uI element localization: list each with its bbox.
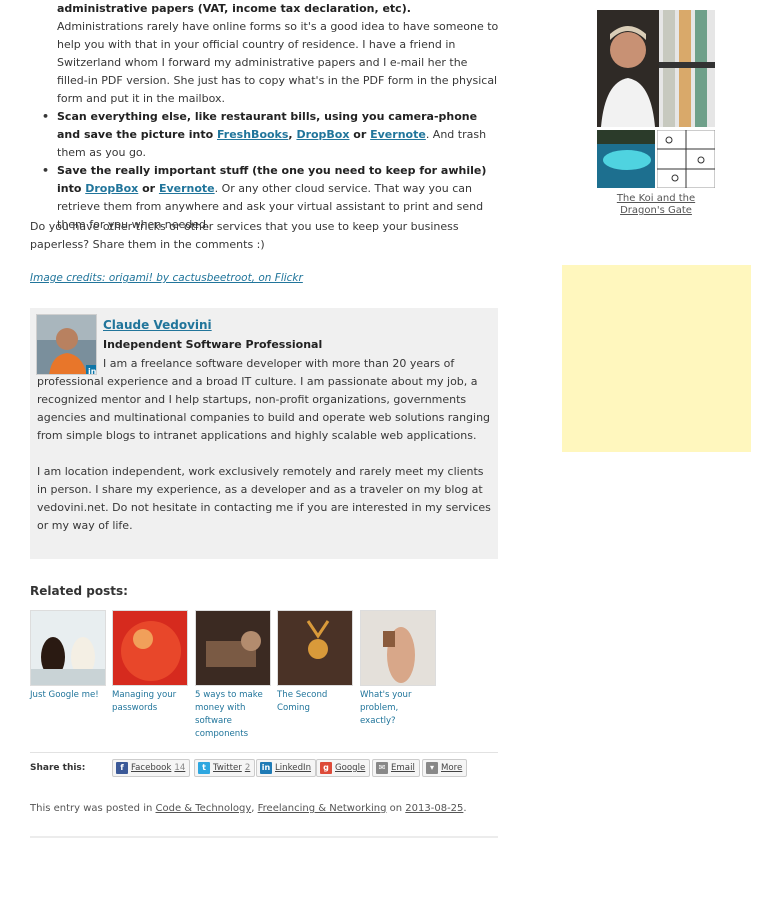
related-thumb[interactable] (30, 610, 106, 686)
more-icon: ▾ (426, 762, 438, 774)
entry-meta-text: on (386, 803, 406, 814)
related-caption[interactable]: 5 ways to make money with software compo… (195, 689, 271, 741)
divider (30, 752, 498, 753)
share-count: 2 (244, 763, 251, 773)
author-box: in Claude Vedovini Independent Software … (30, 308, 498, 559)
related-post[interactable]: The Second Coming (277, 610, 353, 715)
freshbooks-link[interactable]: FreshBooks (217, 128, 288, 141)
closing-question: Do you have other tricks or other servic… (30, 220, 459, 251)
tips-list: administrative papers (VAT, income tax d… (30, 0, 500, 234)
google-plus-icon: g (320, 762, 332, 774)
gallery-image[interactable] (597, 130, 655, 188)
share-linkedin-button[interactable]: in LinkedIn (256, 759, 317, 777)
entry-meta-text: . (463, 803, 467, 814)
post-date-link[interactable]: 2013-08-25 (405, 803, 463, 814)
divider (30, 836, 498, 838)
related-thumb[interactable] (112, 610, 188, 686)
separator: or (138, 182, 159, 195)
linkedin-icon: in (260, 762, 272, 774)
entry-meta-text: This entry was posted in (30, 803, 156, 814)
share-button-label: LinkedIn (275, 763, 312, 773)
related-thumb[interactable] (360, 610, 436, 686)
gallery-caption-link[interactable]: The Koi and the Dragon's Gate (597, 193, 715, 217)
category-link[interactable]: Freelancing & Networking (258, 803, 387, 814)
gallery-image[interactable] (659, 10, 715, 127)
share-button-label: More (441, 763, 463, 773)
share-email-button[interactable]: ✉ Email (372, 759, 420, 777)
dropbox-link[interactable]: DropBox (296, 128, 349, 141)
facebook-icon: f (116, 762, 128, 774)
share-label: Share this: (30, 763, 86, 773)
image-credits-link[interactable]: Image credits: origami! by cactusbeetroo… (30, 272, 303, 284)
share-facebook-button[interactable]: f Facebook 14 (112, 759, 191, 777)
dropbox-link[interactable]: DropBox (85, 182, 138, 195)
ad-placeholder (562, 265, 751, 452)
related-caption[interactable]: What's your problem, exactly? (360, 689, 436, 728)
share-count: 14 (174, 763, 186, 773)
email-icon: ✉ (376, 762, 388, 774)
share-button-label: Facebook (131, 763, 172, 773)
entry-meta: This entry was posted in Code & Technolo… (30, 803, 467, 814)
related-caption[interactable]: Just Google me! (30, 689, 106, 702)
bullet-icon: • (42, 164, 50, 177)
gallery-image[interactable] (657, 130, 715, 188)
related-post[interactable]: Just Google me! (30, 610, 106, 702)
related-caption[interactable]: The Second Coming (277, 689, 353, 715)
related-thumb[interactable] (195, 610, 271, 686)
evernote-link[interactable]: Evernote (159, 182, 215, 195)
share-button-label: Google (335, 763, 366, 773)
twitter-icon: t (198, 762, 210, 774)
related-post[interactable]: Managing your passwords (112, 610, 188, 715)
tip-bold: administrative papers (VAT, income tax d… (57, 2, 411, 15)
related-caption[interactable]: Managing your passwords (112, 689, 188, 715)
related-thumb[interactable] (277, 610, 353, 686)
evernote-link[interactable]: Evernote (370, 128, 426, 141)
related-posts: Just Google me! Managing your passwords … (30, 610, 500, 745)
share-more-button[interactable]: ▾ More (422, 759, 468, 777)
list-item: administrative papers (VAT, income tax d… (30, 0, 500, 108)
related-post[interactable]: What's your problem, exactly? (360, 610, 436, 728)
share-twitter-button[interactable]: t Twitter 2 (194, 759, 256, 777)
author-bio-2: I am location independent, work exclusiv… (37, 465, 491, 532)
bullet-icon: • (42, 110, 50, 123)
list-item: • Scan everything else, like restaurant … (30, 108, 500, 162)
share-button-label: Email (391, 763, 415, 773)
share-button-label: Twitter (213, 763, 242, 773)
category-link[interactable]: Code & Technology (156, 803, 252, 814)
share-google-button[interactable]: g Google (316, 759, 371, 777)
separator: or (349, 128, 371, 141)
related-posts-title: Related posts: (30, 584, 128, 598)
author-role: Independent Software Professional (103, 338, 323, 351)
related-post[interactable]: 5 ways to make money with software compo… (195, 610, 271, 741)
author-bio: I am a freelance software developer with… (37, 357, 491, 442)
tip-text: Administrations rarely have online forms… (57, 20, 499, 105)
author-name-link[interactable]: Claude Vedovini (103, 318, 212, 332)
gallery-image[interactable] (597, 10, 659, 127)
